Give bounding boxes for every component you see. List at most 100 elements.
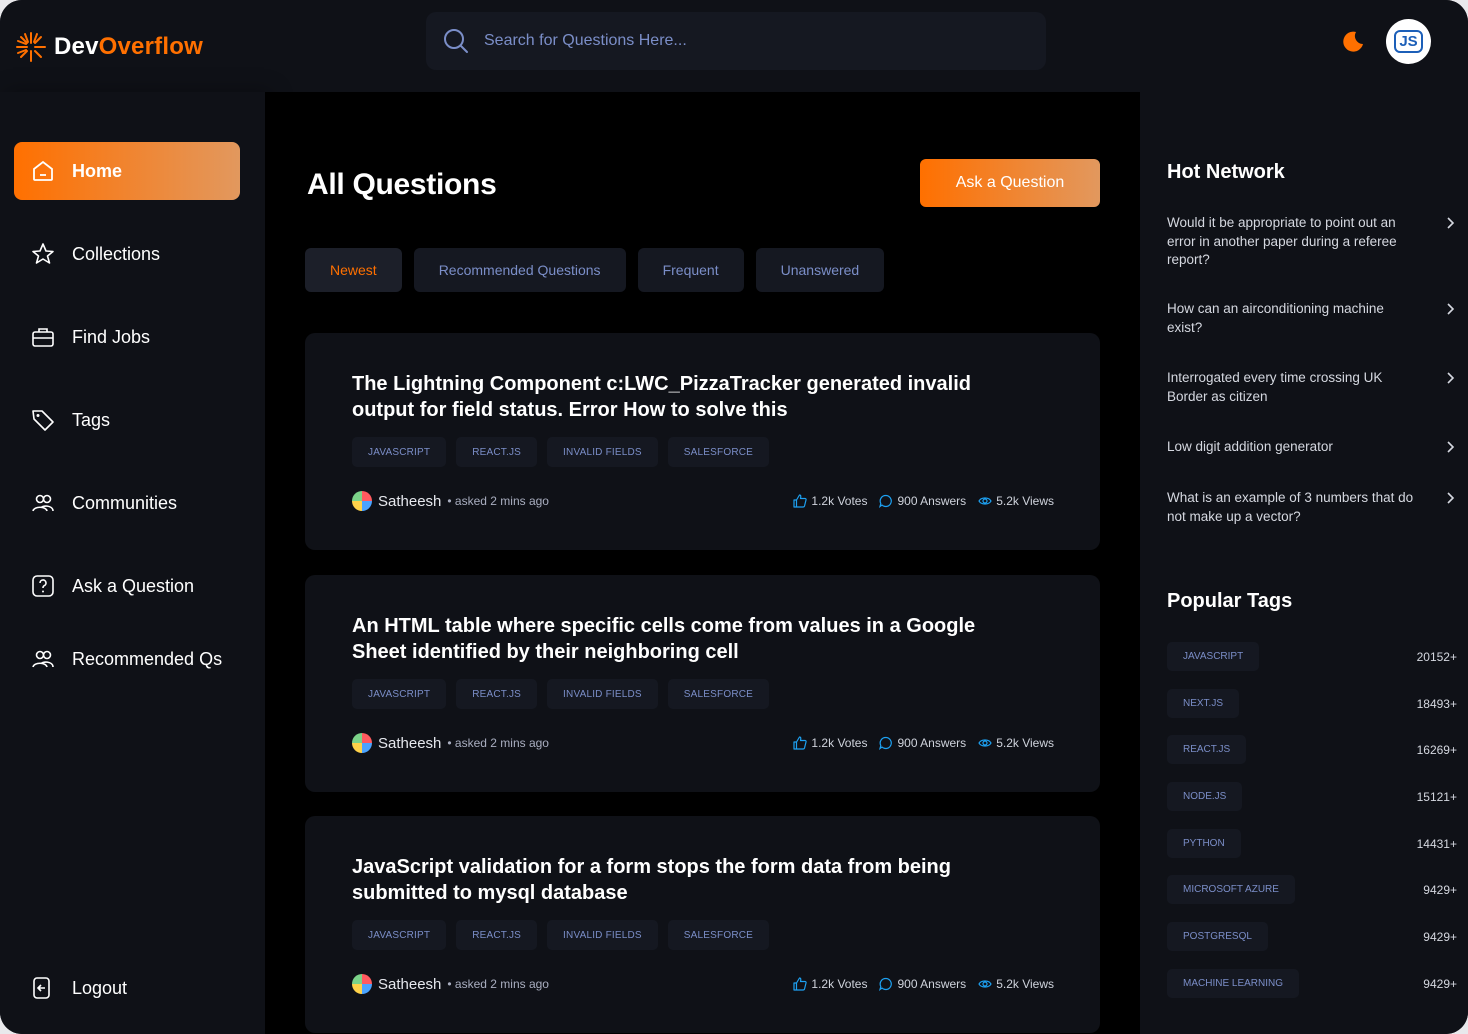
sidebar-item-home[interactable]: Home: [14, 142, 240, 200]
author-name[interactable]: Satheesh: [378, 493, 441, 510]
global-search[interactable]: [426, 12, 1046, 70]
author-avatar[interactable]: [352, 974, 372, 994]
question-stats: 1.2k Votes 900 Answers 5.2k Views: [793, 736, 1054, 750]
sidebar-item-find-jobs[interactable]: Find Jobs: [14, 308, 240, 366]
star-icon: [32, 243, 54, 264]
chevron-right-icon: [1447, 441, 1455, 453]
popular-tag-row[interactable]: python 14431+: [1167, 829, 1457, 858]
popular-tag-row[interactable]: react.js 16269+: [1167, 735, 1457, 764]
briefcase-icon: [32, 328, 54, 347]
tag-chip[interactable]: invalid fields: [547, 679, 658, 709]
author-avatar[interactable]: [352, 733, 372, 753]
popular-tag-count: 14431+: [1416, 836, 1457, 851]
author-avatar[interactable]: [352, 491, 372, 511]
hot-network-item[interactable]: How can an airconditioning machine exist…: [1167, 300, 1457, 337]
user-avatar[interactable]: JS: [1386, 19, 1431, 64]
hot-network-item[interactable]: What is an example of 3 numbers that do …: [1167, 489, 1457, 526]
hot-network-item[interactable]: Interrogated every time crossing UK Bord…: [1167, 369, 1457, 406]
left-sidebar: Home Collections Find Jobs Tags Communit…: [0, 92, 265, 1034]
votes-stat: 1.2k Votes: [793, 736, 867, 750]
eye-icon: [978, 739, 992, 747]
popular-tag-row[interactable]: javascript 20152+: [1167, 642, 1457, 671]
sidebar-item-recommended[interactable]: Recommended Qs: [14, 630, 240, 688]
popular-tag-chip[interactable]: node.js: [1167, 782, 1243, 811]
author-name[interactable]: Satheesh: [378, 976, 441, 993]
moon-icon[interactable]: [1338, 27, 1366, 55]
views-stat: 5.2k Views: [978, 494, 1054, 508]
answers-count: 900 Answers: [897, 736, 967, 750]
logo[interactable]: DevOverflow: [14, 30, 203, 64]
popular-tag-chip[interactable]: next.js: [1167, 689, 1240, 718]
filter-tabs: Newest Recommended Questions Frequent Un…: [305, 248, 885, 292]
question-card[interactable]: JavaScript validation for a form stops t…: [305, 816, 1100, 1033]
popular-tag-row[interactable]: machine learning 9429+: [1167, 969, 1457, 998]
chevron-right-icon: [1447, 372, 1455, 384]
sidebar-item-communities[interactable]: Communities: [14, 474, 240, 532]
question-meta: Satheesh • asked 2 mins ago: [352, 974, 549, 994]
tag-chip[interactable]: react.js: [456, 679, 538, 709]
sidebar-item-label: Find Jobs: [72, 326, 151, 347]
popular-tag-chip[interactable]: react.js: [1167, 735, 1247, 764]
tag-chip[interactable]: javascript: [352, 437, 447, 467]
filter-frequent[interactable]: Frequent: [637, 248, 744, 292]
popular-tag-chip[interactable]: machine learning: [1167, 969, 1300, 998]
sidebar-item-ask-question[interactable]: Ask a Question: [14, 557, 240, 615]
popular-tag-chip[interactable]: microsoft azure: [1167, 875, 1295, 904]
question-card[interactable]: An HTML table where specific cells come …: [305, 575, 1100, 792]
home-icon: [33, 160, 53, 181]
sidebar-item-tags[interactable]: Tags: [14, 391, 240, 449]
tag-chip[interactable]: invalid fields: [547, 437, 658, 467]
popular-tag-chip[interactable]: javascript: [1167, 642, 1260, 671]
filter-unanswered[interactable]: Unanswered: [755, 248, 885, 292]
hot-network-text: How can an airconditioning machine exist…: [1167, 301, 1384, 335]
question-title[interactable]: The Lightning Component c:LWC_PizzaTrack…: [352, 371, 992, 423]
hot-network-text: Would it be appropriate to point out an …: [1167, 215, 1397, 267]
hot-network-text: What is an example of 3 numbers that do …: [1167, 490, 1414, 524]
hot-network-text: Interrogated every time crossing UK Bord…: [1167, 370, 1383, 404]
search-input[interactable]: [484, 32, 1004, 50]
tag-chip[interactable]: salesforce: [667, 437, 770, 467]
chevron-right-icon: [1447, 217, 1455, 229]
tag-chip[interactable]: react.js: [456, 437, 538, 467]
question-tags: javascript react.js invalid fields sales…: [352, 920, 770, 950]
ask-question-button[interactable]: Ask a Question: [920, 159, 1100, 207]
tag-chip[interactable]: invalid fields: [547, 920, 658, 950]
hot-network-text: Low digit addition generator: [1167, 439, 1333, 454]
chevron-right-icon: [1447, 303, 1455, 315]
popular-tag-chip[interactable]: python: [1167, 829, 1241, 858]
popular-tag-row[interactable]: microsoft azure 9429+: [1167, 875, 1457, 904]
question-meta: Satheesh • asked 2 mins ago: [352, 733, 549, 753]
answers-stat: 900 Answers: [879, 736, 966, 750]
filter-recommended[interactable]: Recommended Questions: [413, 248, 626, 292]
question-title[interactable]: JavaScript validation for a form stops t…: [352, 854, 992, 906]
tag-chip[interactable]: javascript: [352, 920, 447, 950]
message-icon: [879, 977, 893, 991]
votes-count: 1.2k Votes: [811, 494, 868, 508]
hot-network-item[interactable]: Would it be appropriate to point out an …: [1167, 214, 1457, 270]
author-name[interactable]: Satheesh: [378, 735, 441, 752]
right-sidebar: Hot Network Would it be appropriate to p…: [1140, 92, 1468, 1034]
popular-tag-count: 9429+: [1423, 929, 1457, 944]
question-title[interactable]: An HTML table where specific cells come …: [352, 613, 992, 665]
asked-time: • asked 2 mins ago: [447, 977, 549, 991]
app-frame: DevOverflow JS Home Collections Find Job…: [0, 0, 1468, 1034]
popular-tag-row[interactable]: node.js 15121+: [1167, 782, 1457, 811]
tag-chip[interactable]: salesforce: [667, 679, 770, 709]
question-card[interactable]: The Lightning Component c:LWC_PizzaTrack…: [305, 333, 1100, 550]
popular-tag-chip[interactable]: postgresql: [1167, 922, 1268, 951]
popular-tag-count: 18493+: [1416, 696, 1457, 711]
logout-button[interactable]: Logout: [14, 959, 240, 1017]
message-icon: [879, 494, 893, 508]
tag-icon: [32, 410, 54, 431]
tag-chip[interactable]: react.js: [456, 920, 538, 950]
filter-newest[interactable]: Newest: [305, 248, 402, 292]
hot-network-item[interactable]: Low digit addition generator: [1167, 438, 1457, 457]
tag-chip[interactable]: javascript: [352, 679, 447, 709]
top-bar: DevOverflow JS: [0, 0, 1468, 92]
tag-chip[interactable]: salesforce: [667, 920, 770, 950]
sidebar-item-collections[interactable]: Collections: [14, 225, 240, 283]
popular-tag-row[interactable]: postgresql 9429+: [1167, 922, 1457, 951]
sidebar-item-label: Collections: [72, 243, 161, 264]
popular-tags-title: Popular Tags: [1167, 590, 1293, 612]
popular-tag-row[interactable]: next.js 18493+: [1167, 689, 1457, 718]
